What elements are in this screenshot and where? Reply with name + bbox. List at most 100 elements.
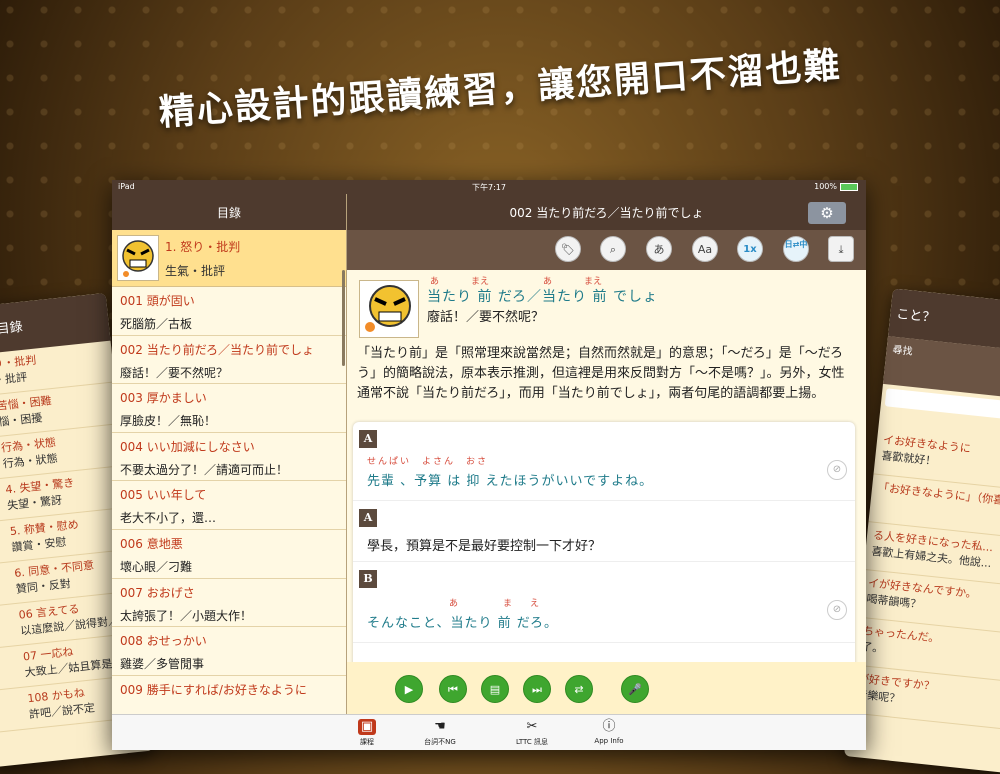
search-button[interactable]: ⌕ <box>600 236 626 262</box>
dialog-text: 學長，預算是不是最好要控制一下才好？ <box>367 539 602 554</box>
tab-lines[interactable]: ☚ 台詞不NG <box>395 715 485 750</box>
battery-icon <box>840 182 858 191</box>
list-item[interactable]: 007 おおげさ太誇張了！／小題大作！ <box>112 579 346 628</box>
lesson-detail-pane: 002 当たり前だろ／当たり前でしょ ⚙ 🏷 ⌕ あ Aa 1x 日⇄中 ⤓ あ… <box>347 194 866 714</box>
lesson-ja: 008 おせっかい <box>120 634 207 649</box>
book-icon: ▣ <box>358 719 376 735</box>
next-button[interactable]: ⏭ <box>523 675 551 703</box>
script-icon: ▤ <box>489 683 501 696</box>
download-button[interactable]: ⤓ <box>828 236 854 262</box>
chapter-header[interactable]: 1. 怒り・批判 生氣・批評 <box>112 230 346 287</box>
repeat-button[interactable]: ⇄ <box>565 675 593 703</box>
tag-button[interactable]: 🏷 <box>555 236 581 262</box>
info-icon: ⓘ <box>602 719 616 734</box>
lesson-ja: 001 頭が固い <box>120 294 195 308</box>
tab-label: 台詞不NG <box>424 738 456 746</box>
phrase-japanese: 当たり 前 だろ／当たり 前 でしょ <box>427 289 658 305</box>
speed-button[interactable]: 1x <box>737 236 763 262</box>
gear-icon: ⚙ <box>820 204 834 222</box>
lesson-list[interactable]: 1. 怒り・批判 生氣・批評 001 頭が固い 死腦筋／古板 002 当たり前だろ… <box>112 230 346 714</box>
ruby-text: あ まえ <box>449 599 558 609</box>
language-toggle-button[interactable]: 日⇄中 <box>783 236 809 262</box>
dialog-text: 先輩 、予算 は 抑 えたほうがいいですよね。 <box>367 474 654 489</box>
dialog-line[interactable]: A せんぱい よさん おさ 先輩 、予算 は 抑 えたほうがいいですよね。 ⊘ <box>353 422 855 501</box>
tab-app-info[interactable]: ⓘ App Info <box>564 715 654 750</box>
next-icon: ⏭ <box>532 683 542 696</box>
lesson-ja: 004 いい加減にしなさい <box>120 439 255 454</box>
lesson-zh: 老大不小了，還… <box>120 511 217 526</box>
bookmark-icon[interactable]: ⊘ <box>827 600 847 620</box>
battery-status: 100% <box>814 182 858 191</box>
hand-icon: ☚ <box>434 719 446 734</box>
tab-label: 課程 <box>360 738 374 746</box>
chapter-subtitle: 生氣・批評 <box>165 264 226 278</box>
lesson-zh: 死腦筋／古板 <box>120 317 193 331</box>
lesson-ja: 003 厚かましい <box>120 391 207 406</box>
lesson-zh: 壞心眼／刁難 <box>120 559 193 574</box>
download-icon: ⤓ <box>838 243 844 256</box>
device-label: iPad <box>118 182 135 191</box>
bookmark-icon[interactable]: ⊘ <box>827 460 847 480</box>
angry-face-icon <box>117 235 159 281</box>
list-item[interactable]: 004 いい加減にしなさい不要太過分了！／請適可而止！ <box>112 433 346 482</box>
list-item[interactable]: 006 意地悪 壞心眼／刁難 <box>112 530 346 579</box>
left-nav-title: 目錄 <box>112 194 346 230</box>
right-nav-bar: 002 当たり前だろ／当たり前でしょ ⚙ <box>347 194 866 230</box>
lesson-ja: 009 勝手にすれば/お好きなように <box>120 682 307 697</box>
ipad-screen: iPad 下午7:17 100% 目錄 1. 怒り・批判 生氣・批評 001 頭… <box>112 180 866 750</box>
record-button[interactable]: 🎤 <box>621 675 649 703</box>
tab-label: App Info <box>594 737 624 745</box>
playback-controls: ▶ ⏮ ▤ ⏭ ⇄ 🎤 <box>347 662 866 714</box>
lesson-ja: 005 いい年して <box>120 488 207 503</box>
lesson-zh: 不要太過分了！／請適可而止！ <box>120 462 289 477</box>
clock: 下午7:17 <box>472 183 506 192</box>
tools-icon: ✂ <box>526 719 538 734</box>
tag-icon: 🏷 <box>561 243 575 256</box>
list-item[interactable]: 002 当たり前だろ／当たり前でしょ 廢話！／要不然呢？ <box>112 336 346 385</box>
list-item[interactable]: 005 いい年して 老大不小了，還… <box>112 481 346 530</box>
microphone-icon: 🎤 <box>628 683 642 696</box>
battery-percent: 100% <box>814 182 837 191</box>
chapter-title: 1. 怒り・批判 <box>165 240 241 254</box>
speaker-badge: A <box>359 430 377 448</box>
previous-icon: ⏮ <box>448 683 458 696</box>
tab-bar: ▣ 課程 ☚ 台詞不NG ✂ LTTC 訊息 ⓘ App Info <box>112 714 866 750</box>
list-item[interactable]: 001 頭が固い 死腦筋／古板 <box>112 287 346 336</box>
dialog-text: そんなこと、当たり 前 だろ。 <box>367 616 558 631</box>
status-bar: iPad 下午7:17 100% <box>112 180 866 194</box>
lesson-zh: 太誇張了！／小題大作！ <box>120 608 253 623</box>
previous-button[interactable]: ⏮ <box>439 675 467 703</box>
play-button[interactable]: ▶ <box>395 675 423 703</box>
scrollbar[interactable] <box>342 270 345 366</box>
play-icon: ▶ <box>404 683 414 696</box>
angry-face-icon <box>359 280 419 338</box>
search-label: 尋找 <box>891 344 914 358</box>
lesson-zh: 厚臉皮！／無恥！ <box>120 414 217 429</box>
font-size-button[interactable]: Aa <box>692 236 718 262</box>
ruby-text: せんぱい よさん おさ <box>367 457 489 467</box>
lesson-ja: 002 当たり前だろ／当たり前でしょ <box>120 342 315 357</box>
list-item[interactable]: 008 おせっかい 雞婆／多管閒事 <box>112 627 346 676</box>
toolbar: 🏷 ⌕ あ Aa 1x 日⇄中 ⤓ <box>347 230 866 270</box>
lesson-zh: 雞婆／多管閒事 <box>120 657 205 672</box>
search-icon: ⌕ <box>609 243 617 256</box>
speaker-badge: A <box>359 509 377 527</box>
list-item[interactable]: 003 厚かましい 厚臉皮！／無恥！ <box>112 384 346 433</box>
lesson-zh: 廢話！／要不然呢？ <box>120 365 229 380</box>
explanation-text: 「当たり前」是「照常理來說當然是；自然而然就是」的意思；「～だろ」是「～だろう」… <box>357 346 845 401</box>
list-item[interactable]: 009 勝手にすれば/お好きなように <box>112 676 346 714</box>
kana-toggle-button[interactable]: あ <box>646 236 672 262</box>
speaker-badge: B <box>359 570 377 588</box>
lesson-ja: 006 意地悪 <box>120 536 183 551</box>
lesson-ja: 007 おおげさ <box>120 585 195 600</box>
repeat-icon: ⇄ <box>574 683 584 696</box>
phrase-chinese: 廢話！／要不然呢？ <box>427 310 545 325</box>
dialog-line[interactable]: A 學長，預算是不是最好要控制一下才好？ <box>353 501 855 562</box>
settings-button[interactable]: ⚙ <box>808 202 846 224</box>
script-button[interactable]: ▤ <box>481 675 509 703</box>
tab-label: LTTC 訊息 <box>515 738 549 746</box>
dialog-line[interactable]: B あ まえ そんなこと、当たり 前 だろ。 ⊘ <box>353 562 855 643</box>
lesson-list-pane: 目錄 1. 怒り・批判 生氣・批評 001 頭が固い 死腦筋／古板 002 当たり… <box>112 194 347 714</box>
lesson-title: 002 当たり前だろ／当たり前でしょ <box>509 206 704 220</box>
lesson-content: あ まえ あ まえ 当たり 前 だろ／当たり 前 でしょ 廢話！／要不然呢？ 「… <box>347 270 866 714</box>
